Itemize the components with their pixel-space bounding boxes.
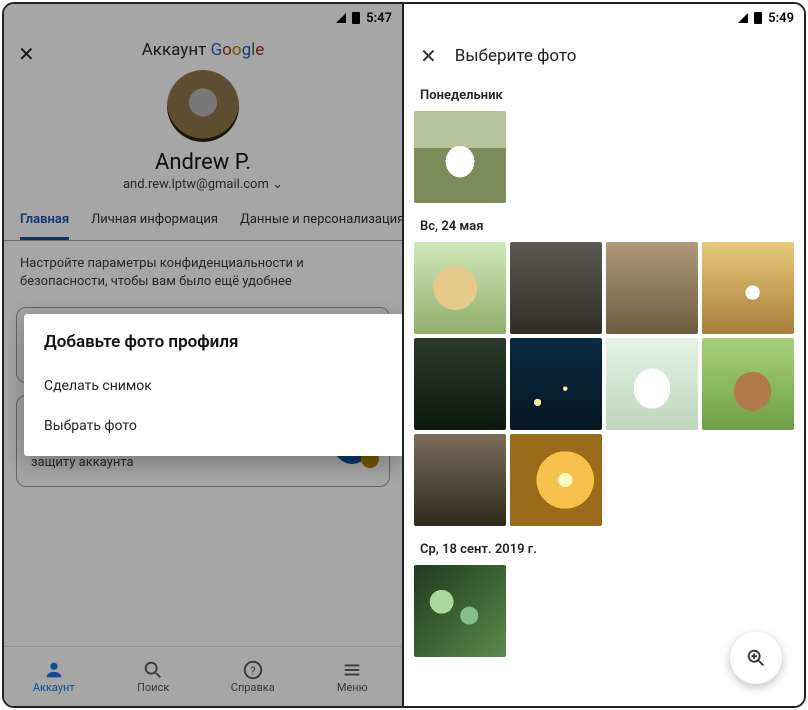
take-photo-option[interactable]: Сделать снимок bbox=[44, 366, 382, 406]
photo-thumb[interactable] bbox=[510, 242, 602, 334]
signal-icon bbox=[738, 13, 748, 23]
add-photo-modal: Добавьте фото профиля Сделать снимок Выб… bbox=[24, 314, 402, 456]
close-icon[interactable]: ✕ bbox=[420, 44, 437, 68]
zoom-fab[interactable] bbox=[730, 632, 782, 684]
picker-title: Выберите фото bbox=[455, 46, 577, 66]
photo-thumb[interactable] bbox=[606, 242, 698, 334]
photo-thumb[interactable] bbox=[414, 242, 506, 334]
photo-thumb[interactable] bbox=[606, 338, 698, 430]
photo-thumb[interactable] bbox=[414, 338, 506, 430]
section-sunday: Вс, 24 мая bbox=[404, 213, 804, 242]
status-time: 5:49 bbox=[768, 11, 794, 26]
photo-thumb[interactable] bbox=[414, 565, 506, 657]
photo-thumb[interactable] bbox=[414, 434, 506, 526]
choose-photo-option[interactable]: Выбрать фото bbox=[44, 406, 382, 446]
section-wednesday: Ср, 18 сент. 2019 г. bbox=[404, 536, 804, 565]
photo-thumb[interactable] bbox=[510, 434, 602, 526]
section-monday: Понедельник bbox=[404, 82, 804, 111]
photo-thumb[interactable] bbox=[414, 111, 506, 203]
zoom-in-icon bbox=[745, 647, 767, 669]
photo-thumb[interactable] bbox=[510, 338, 602, 430]
photo-thumb[interactable] bbox=[702, 338, 794, 430]
status-bar: 5:49 bbox=[404, 4, 804, 32]
photo-thumb[interactable] bbox=[702, 242, 794, 334]
battery-icon bbox=[754, 12, 762, 24]
modal-title: Добавьте фото профиля bbox=[44, 332, 382, 352]
